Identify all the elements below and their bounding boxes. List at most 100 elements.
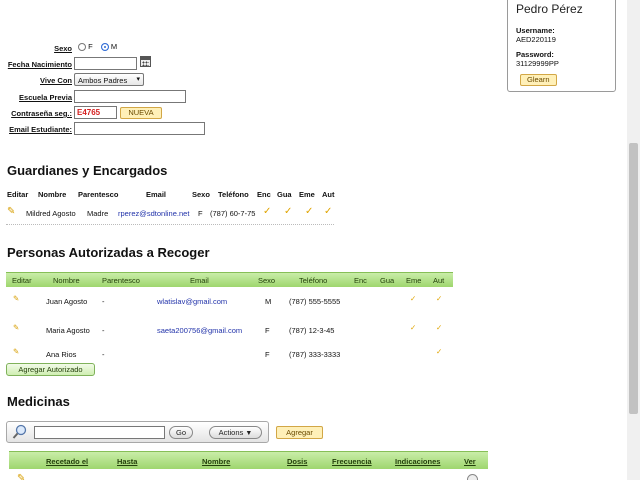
persona-parentesco: -	[102, 350, 105, 359]
contrasena-label: Contraseña seg.:	[11, 109, 72, 118]
username-label: Username:	[516, 26, 555, 35]
chevron-down-icon: ▼	[245, 430, 253, 437]
user-info-box: Pedro Pérez Username: AED220119 Password…	[507, 0, 616, 92]
fecha-row: Fecha Nacimiento	[0, 57, 72, 71]
persona-telefono: (787) 12-3-45	[289, 326, 335, 335]
p-header-parentesco: Parentesco	[102, 276, 140, 285]
calendar-icon[interactable]	[140, 56, 151, 67]
sexo-options: F M	[78, 42, 118, 52]
escuela-row: Escuela Previa	[0, 90, 72, 104]
persona-email-link[interactable]: saeta200756@gmail.com	[157, 326, 242, 335]
p-header-editar: Editar	[12, 276, 32, 285]
medicinas-table-header: Recetado el Hasta Nombre Dosis Frecuenci…	[9, 451, 488, 469]
personas-table-header: Editar Nombre Parentesco Email Sexo Telé…	[6, 272, 453, 287]
m-header-recetado[interactable]: Recetado el	[46, 457, 88, 466]
password-label: Password:	[516, 50, 554, 59]
contrasena-field[interactable]: E4765	[74, 106, 117, 119]
persona-parentesco: -	[102, 326, 105, 335]
escuela-input[interactable]	[74, 90, 186, 103]
aut-check-icon: ✓	[436, 347, 443, 356]
p-header-enc: Enc	[354, 276, 367, 285]
p-header-nombre: Nombre	[53, 276, 80, 285]
page-content: Pedro Pérez Username: AED220119 Password…	[0, 0, 627, 480]
p-header-telefono: Teléfono	[299, 276, 328, 285]
persona-nombre: Maria Agosto	[46, 326, 90, 335]
vive-select-value: Ambos Padres	[78, 76, 128, 85]
enc-check-icon: ✓	[263, 206, 272, 217]
p-header-eme: Eme	[406, 276, 422, 285]
guardian-telefono: (787) 60-7-75	[210, 209, 256, 218]
m-header-nombre[interactable]: Nombre	[202, 457, 230, 466]
edit-pencil-icon[interactable]: ✎	[13, 294, 19, 303]
vive-select[interactable]: Ambos Padres ▾	[74, 73, 144, 86]
eme-check-icon: ✓	[305, 206, 314, 217]
persona-telefono: (787) 333-3333	[289, 350, 341, 359]
edit-pencil-icon[interactable]: ✎	[17, 473, 25, 480]
vertical-scrollbar[interactable]	[627, 0, 640, 480]
user-name: Pedro Pérez	[516, 2, 583, 16]
agregar-autorizado-button[interactable]: Agregar Autorizado	[6, 363, 95, 376]
sexo-label: Sexo	[54, 44, 72, 53]
fecha-input[interactable]	[74, 57, 137, 70]
medicinas-search-input[interactable]	[34, 426, 165, 439]
aut-check-icon: ✓	[436, 323, 443, 332]
m-header-indicaciones[interactable]: Indicaciones	[395, 457, 440, 466]
persona-nombre: Juan Agosto	[46, 297, 88, 306]
g-header-eme: Eme	[299, 190, 315, 199]
vive-label: Vive Con	[40, 76, 72, 85]
sexo-row: Sexo	[0, 41, 72, 55]
actions-button[interactable]: Actions ▼	[209, 426, 262, 439]
persona-sexo: F	[265, 326, 270, 335]
nueva-button[interactable]: NUEVA	[120, 107, 162, 119]
p-header-aut: Aut	[433, 276, 445, 285]
g-header-gua: Gua	[277, 190, 292, 199]
m-header-hasta[interactable]: Hasta	[117, 457, 137, 466]
g-header-telefono: Teléfono	[218, 190, 249, 199]
view-icon[interactable]	[467, 474, 478, 480]
p-header-email: Email	[190, 276, 209, 285]
g-header-sexo: Sexo	[192, 190, 210, 199]
agregar-medicina-button[interactable]: Agregar	[276, 426, 323, 439]
vive-row: Vive Con	[0, 73, 72, 87]
username-value: AED220119	[516, 35, 556, 44]
edit-pencil-icon[interactable]: ✎	[13, 323, 19, 332]
go-button[interactable]: Go	[169, 426, 193, 439]
m-header-ver[interactable]: Ver	[464, 457, 476, 466]
sexo-f-radio[interactable]	[78, 43, 86, 52]
fecha-label: Fecha Nacimiento	[7, 60, 72, 69]
eme-check-icon: ✓	[410, 294, 417, 303]
glearn-button[interactable]: Glearn	[520, 74, 557, 86]
persona-sexo: M	[265, 297, 272, 306]
guardian-nombre: Mildred Agosto	[26, 209, 76, 218]
guardianes-title: Guardianes y Encargados	[7, 163, 168, 178]
gua-check-icon: ✓	[284, 206, 293, 217]
password-value: 31129999PP	[516, 59, 559, 68]
edit-pencil-icon[interactable]: ✎	[13, 347, 19, 356]
g-header-parentesco: Parentesco	[78, 190, 119, 199]
persona-email-link[interactable]: wlatislav@gmail.com	[157, 297, 227, 306]
m-header-dosis[interactable]: Dosis	[287, 457, 307, 466]
email-input[interactable]	[74, 122, 205, 135]
g-header-nombre: Nombre	[38, 190, 67, 199]
persona-sexo: F	[265, 350, 270, 359]
persona-parentesco: -	[102, 297, 105, 306]
search-icon[interactable]	[12, 424, 28, 440]
eme-check-icon: ✓	[410, 323, 417, 332]
persona-telefono: (787) 555-5555	[289, 297, 341, 306]
m-header-frecuencia[interactable]: Frecuencia	[332, 457, 372, 466]
scrollbar-thumb[interactable]	[629, 143, 638, 414]
edit-pencil-icon[interactable]: ✎	[7, 206, 15, 217]
p-header-sexo: Sexo	[258, 276, 276, 285]
guardian-row-divider	[6, 224, 334, 225]
sexo-m-label: M	[110, 42, 118, 51]
sexo-m-radio[interactable]	[100, 43, 109, 52]
medicinas-title: Medicinas	[7, 394, 70, 409]
escuela-label: Escuela Previa	[19, 93, 72, 102]
guardian-email-link[interactable]: rperez@sdtonline.net	[118, 209, 189, 218]
email-label: Email Estudiante:	[9, 125, 72, 134]
guardian-sexo: F	[198, 209, 203, 218]
guardian-parentesco: Madre	[87, 209, 109, 218]
g-header-aut: Aut	[322, 190, 335, 199]
aut-check-icon: ✓	[436, 294, 443, 303]
sexo-f-label: F	[88, 42, 93, 51]
